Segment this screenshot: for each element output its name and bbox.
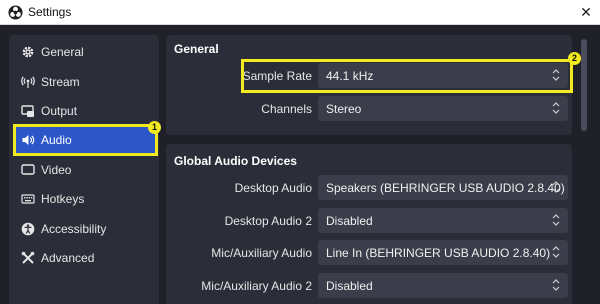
sidebar-item-label: Accessibility [41,222,107,236]
sidebar-item-general[interactable]: General [13,38,157,66]
desktop-audio-select[interactable]: Speakers (BEHRINGER USB AUDIO 2.8.40) [318,175,568,200]
updown-chevron-icon [552,102,560,114]
sidebar-item-output[interactable]: Output [13,97,157,125]
sample-rate-select[interactable]: 44.1 kHz [318,63,568,88]
mic-aux-audio-2-label: Mic/Auxiliary Audio 2 [201,279,312,293]
sidebar-item-label: Output [41,104,78,118]
updown-chevron-icon [552,181,560,193]
sidebar-item-label: Audio [41,133,72,147]
desktop-audio-label: Desktop Audio [234,181,312,195]
obs-logo-icon [8,5,23,20]
scrollbar[interactable] [578,35,590,304]
sidebar-item-label: Stream [41,75,80,89]
scrollbar-thumb[interactable] [581,39,587,131]
monitor-icon [21,164,35,175]
step-badge-1: 1 [148,121,161,134]
speaker-icon [22,135,35,145]
sidebar-item-advanced[interactable]: Advanced [13,244,157,272]
sidebar-item-video[interactable]: Video [13,156,157,184]
gear-icon [22,46,34,58]
select-value: Disabled [326,279,373,293]
title-bar: Settings ✕ [0,0,600,25]
group-title-global-audio: Global Audio Devices [174,154,297,168]
sidebar-item-hotkeys[interactable]: Hotkeys [13,185,157,213]
updown-chevron-icon [552,214,560,226]
general-group: General Sample Rate 44.1 kHz Channels St… [166,35,572,135]
output-icon [21,105,34,117]
sidebar-item-accessibility[interactable]: Accessibility [13,215,157,243]
broadcast-icon [21,76,35,88]
updown-chevron-icon [552,69,560,81]
updown-chevron-icon [552,279,560,291]
keyboard-icon [21,194,35,204]
sidebar-item-label: Hotkeys [41,192,85,206]
select-value: Speakers (BEHRINGER USB AUDIO 2.8.40) [326,181,565,195]
settings-sidebar: General Stream Output Audio Video Hotkey… [9,35,159,304]
select-value: Stereo [326,102,362,116]
sidebar-item-label: General [41,45,84,59]
sidebar-item-label: Advanced [41,251,95,265]
desktop-audio-2-select[interactable]: Disabled [318,208,568,233]
mic-aux-audio-2-select[interactable]: Disabled [318,273,568,298]
desktop-audio-2-label: Desktop Audio 2 [224,214,312,228]
global-audio-group: Global Audio Devices Desktop Audio Speak… [166,144,572,304]
mic-aux-audio-label: Mic/Auxiliary Audio [211,246,312,260]
tools-icon [21,251,35,264]
channels-label: Channels [261,102,312,116]
window-title: Settings [28,5,72,19]
updown-chevron-icon [552,246,560,258]
sample-rate-label: Sample Rate [242,69,312,83]
settings-content: General Sample Rate 44.1 kHz Channels St… [166,35,572,304]
sidebar-item-label: Video [41,163,72,177]
sidebar-item-stream[interactable]: Stream [13,68,157,96]
group-title-general: General [174,42,219,56]
accessibility-icon [21,222,35,236]
channels-select[interactable]: Stereo [318,96,568,121]
mic-aux-audio-select[interactable]: Line In (BEHRINGER USB AUDIO 2.8.40) [318,240,568,265]
select-value: Disabled [326,214,373,228]
select-value: 44.1 kHz [326,69,374,83]
select-value: Line In (BEHRINGER USB AUDIO 2.8.40) [326,246,551,260]
sidebar-item-audio[interactable]: Audio [13,124,158,156]
close-icon[interactable]: ✕ [578,3,594,21]
